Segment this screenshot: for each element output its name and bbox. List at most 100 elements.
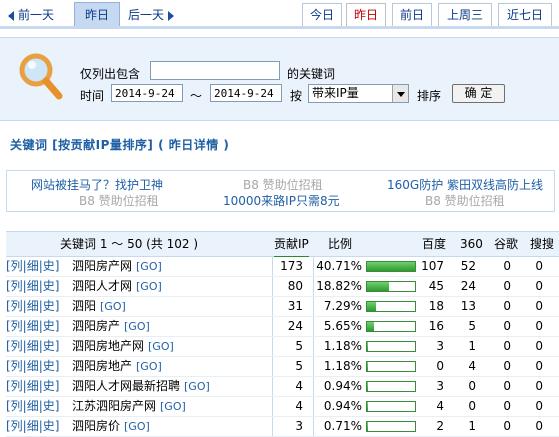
keyword-text[interactable]: 泗阳房地产 xyxy=(72,359,132,373)
time-label: 时间 xyxy=(80,89,105,103)
ad-link[interactable]: B8 赞助位招租 xyxy=(425,192,505,209)
header-ratio[interactable]: 比例 xyxy=(328,232,352,256)
go-link[interactable]: [GO] xyxy=(124,320,150,333)
s360-cell: 13 xyxy=(460,299,476,313)
header-baidu[interactable]: 百度 xyxy=(422,232,446,256)
next-day-label: 后一天 xyxy=(128,8,165,22)
keyword-text[interactable]: 泗阳房地产网 xyxy=(72,339,144,353)
ratio-bar-fill xyxy=(367,382,369,391)
baidu-cell: 45 xyxy=(428,279,444,293)
go-link[interactable]: [GO] xyxy=(124,420,150,433)
keyword-cell: 江苏泗阳房产网 [GO] xyxy=(72,397,186,416)
go-link[interactable]: [GO] xyxy=(100,300,126,313)
keyword-suffix-label: 的关键词 xyxy=(287,67,336,81)
ratio-cell: 5.65% xyxy=(323,319,362,333)
section-title: 关键词 [按贡献IP量排序] ( 昨日详情 ) xyxy=(10,138,230,152)
ad-link[interactable]: 10000来路IP只需8元 xyxy=(223,192,340,209)
ratio-cell: 0.94% xyxy=(323,379,362,393)
go-link[interactable]: [GO] xyxy=(136,280,162,293)
table-body: [列|细|史] 泗阳房产网 [GO] 173 40.71% 107 52 0 0 [列|细|史] 泗… xyxy=(6,257,559,437)
contrib-ip-cell: 24 xyxy=(287,319,303,333)
baidu-cell: 18 xyxy=(428,299,444,313)
google-cell: 0 xyxy=(503,359,511,373)
row-action-links[interactable]: [列|细|史] xyxy=(6,297,59,316)
ratio-cell: 0.94% xyxy=(323,399,362,413)
row-action-links[interactable]: [列|细|史] xyxy=(6,277,59,296)
tab-last-seven-days[interactable]: 近七日 xyxy=(498,3,552,28)
table-row: [列|细|史] 泗阳房地产网 [GO] 5 1.18% 3 1 0 0 xyxy=(6,337,559,357)
ratio-bar-fill xyxy=(367,362,369,371)
baidu-cell: 3 xyxy=(436,339,444,353)
row-action-links[interactable]: [列|细|史] xyxy=(6,357,59,376)
keyword-text[interactable]: 泗阳房产网 xyxy=(72,259,132,273)
keyword-text[interactable]: 泗阳房产 xyxy=(72,319,120,333)
keyword-text[interactable]: 泗阳人才网最新招聘 xyxy=(72,379,180,393)
s360-cell: 4 xyxy=(468,359,476,373)
keyword-text[interactable]: 江苏泗阳房产网 xyxy=(72,399,156,413)
ad-link[interactable]: B8 赞助位招租 xyxy=(243,176,323,193)
s360-cell: 1 xyxy=(468,419,476,433)
baidu-cell: 16 xyxy=(428,319,444,333)
row-action-links[interactable]: [列|细|史] xyxy=(6,417,59,436)
header-sogou[interactable]: 搜搜 xyxy=(530,232,554,256)
contrib-ip-cell: 5 xyxy=(295,339,303,353)
baidu-cell: 4 xyxy=(436,399,444,413)
tab-today[interactable]: 今日 xyxy=(302,3,342,28)
prev-day-button[interactable]: 前一天 xyxy=(8,4,54,26)
google-cell: 0 xyxy=(503,339,511,353)
row-action-links[interactable]: [列|细|史] xyxy=(6,317,59,336)
go-link[interactable]: [GO] xyxy=(184,380,210,393)
keyword-text[interactable]: 泗阳房价 xyxy=(72,419,120,433)
current-day-tab[interactable]: 昨日 xyxy=(74,2,120,27)
row-action-links[interactable]: [列|细|史] xyxy=(6,397,59,416)
table-row: [列|细|史] 泗阳房地产 [GO] 5 1.18% 0 4 0 0 xyxy=(6,357,559,377)
keyword-input[interactable] xyxy=(150,61,280,80)
go-link[interactable]: [GO] xyxy=(148,340,174,353)
header-google[interactable]: 谷歌 xyxy=(494,232,518,256)
tab-day-before[interactable]: 前日 xyxy=(392,3,432,28)
google-cell: 0 xyxy=(503,379,511,393)
baidu-cell: 107 xyxy=(421,259,444,273)
tab-last-wednesday[interactable]: 上周三 xyxy=(438,3,492,28)
tab-yesterday[interactable]: 昨日 xyxy=(346,3,386,28)
keyword-text[interactable]: 泗阳人才网 xyxy=(72,279,132,293)
chevron-down-icon[interactable] xyxy=(392,85,408,102)
next-day-button[interactable]: 后一天 xyxy=(128,4,175,26)
row-action-links[interactable]: [列|细|史] xyxy=(6,377,59,396)
ad-link[interactable]: 160G防护 紫田双线高防上线 xyxy=(387,176,543,193)
table-row: [列|细|史] 江苏泗阳房产网 [GO] 4 0.94% 4 0 0 0 xyxy=(6,397,559,417)
ad-link[interactable]: B8 赞助位招租 xyxy=(79,192,159,209)
arrow-right-icon xyxy=(168,10,175,21)
header-keyword: 关键词 1 ～ 50 (共 102 ) xyxy=(60,237,199,251)
header-contrib-ip[interactable]: 贡献IP xyxy=(274,232,309,258)
header-360[interactable]: 360 xyxy=(460,232,483,256)
date-range-separator: ～ xyxy=(190,89,203,103)
keyword-cell: 泗阳房产 [GO] xyxy=(72,317,150,336)
contrib-ip-cell: 173 xyxy=(280,259,303,273)
keyword-text[interactable]: 泗阳 xyxy=(72,299,96,313)
row-action-links[interactable]: [列|细|史] xyxy=(6,257,59,276)
ratio-bar xyxy=(366,301,416,312)
table-row: [列|细|史] 泗阳人才网 [GO] 80 18.82% 45 24 0 0 xyxy=(6,277,559,297)
s360-cell: 52 xyxy=(460,259,476,273)
baidu-cell: 0 xyxy=(436,359,444,373)
contrib-ip-cell: 5 xyxy=(295,359,303,373)
row-action-links[interactable]: [列|细|史] xyxy=(6,337,59,356)
go-link[interactable]: [GO] xyxy=(160,400,186,413)
go-link[interactable]: [GO] xyxy=(136,360,162,373)
s360-cell: 5 xyxy=(468,319,476,333)
google-cell: 0 xyxy=(503,399,511,413)
date-from-field[interactable]: 2014-9-24 xyxy=(111,84,183,102)
ratio-cell: 7.29% xyxy=(323,299,362,313)
confirm-button[interactable]: 确 定 xyxy=(452,84,505,103)
go-link[interactable]: [GO] xyxy=(136,260,162,273)
sort-select[interactable]: 带来IP量 xyxy=(308,84,409,103)
ratio-bar-fill xyxy=(367,262,415,271)
table-row: [列|细|史] 泗阳房产网 [GO] 173 40.71% 107 52 0 0 xyxy=(6,257,559,277)
ad-link[interactable]: 网站被挂马了？找护卫神 xyxy=(31,176,163,193)
date-to-field[interactable]: 2014-9-24 xyxy=(210,84,282,102)
ratio-cell: 18.82% xyxy=(316,279,362,293)
ratio-bar-fill xyxy=(367,282,390,291)
contrib-ip-cell: 3 xyxy=(295,419,303,433)
sogou-cell: 0 xyxy=(535,259,543,273)
